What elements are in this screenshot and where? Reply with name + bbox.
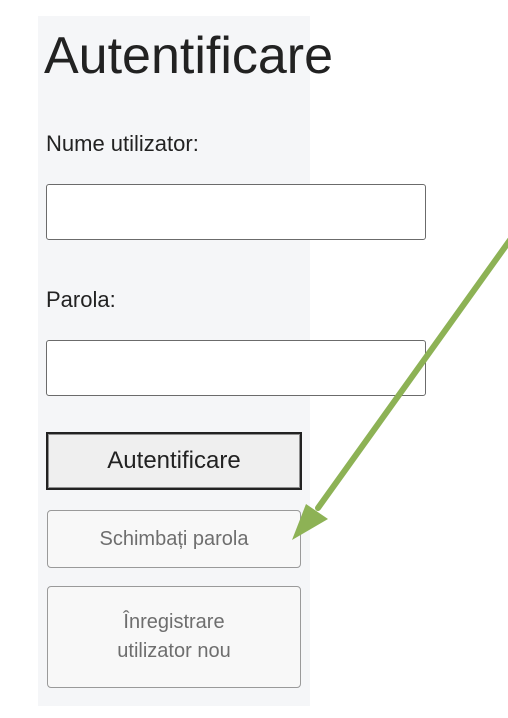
login-page: Autentificare Nume utilizator: Parola: A… <box>0 0 508 718</box>
register-button-line1: Înregistrare <box>123 611 225 633</box>
username-label: Nume utilizator: <box>46 131 199 156</box>
password-label: Parola: <box>46 287 116 312</box>
change-password-button[interactable]: Schimbați parola <box>47 510 301 568</box>
register-new-user-button[interactable]: Înregistrare utilizator nou <box>47 586 301 688</box>
username-input[interactable] <box>46 184 426 240</box>
password-input[interactable] <box>46 340 426 396</box>
register-button-line2: utilizator nou <box>117 640 231 662</box>
login-button[interactable]: Autentificare <box>46 432 302 490</box>
page-title: Autentificare <box>44 27 334 85</box>
